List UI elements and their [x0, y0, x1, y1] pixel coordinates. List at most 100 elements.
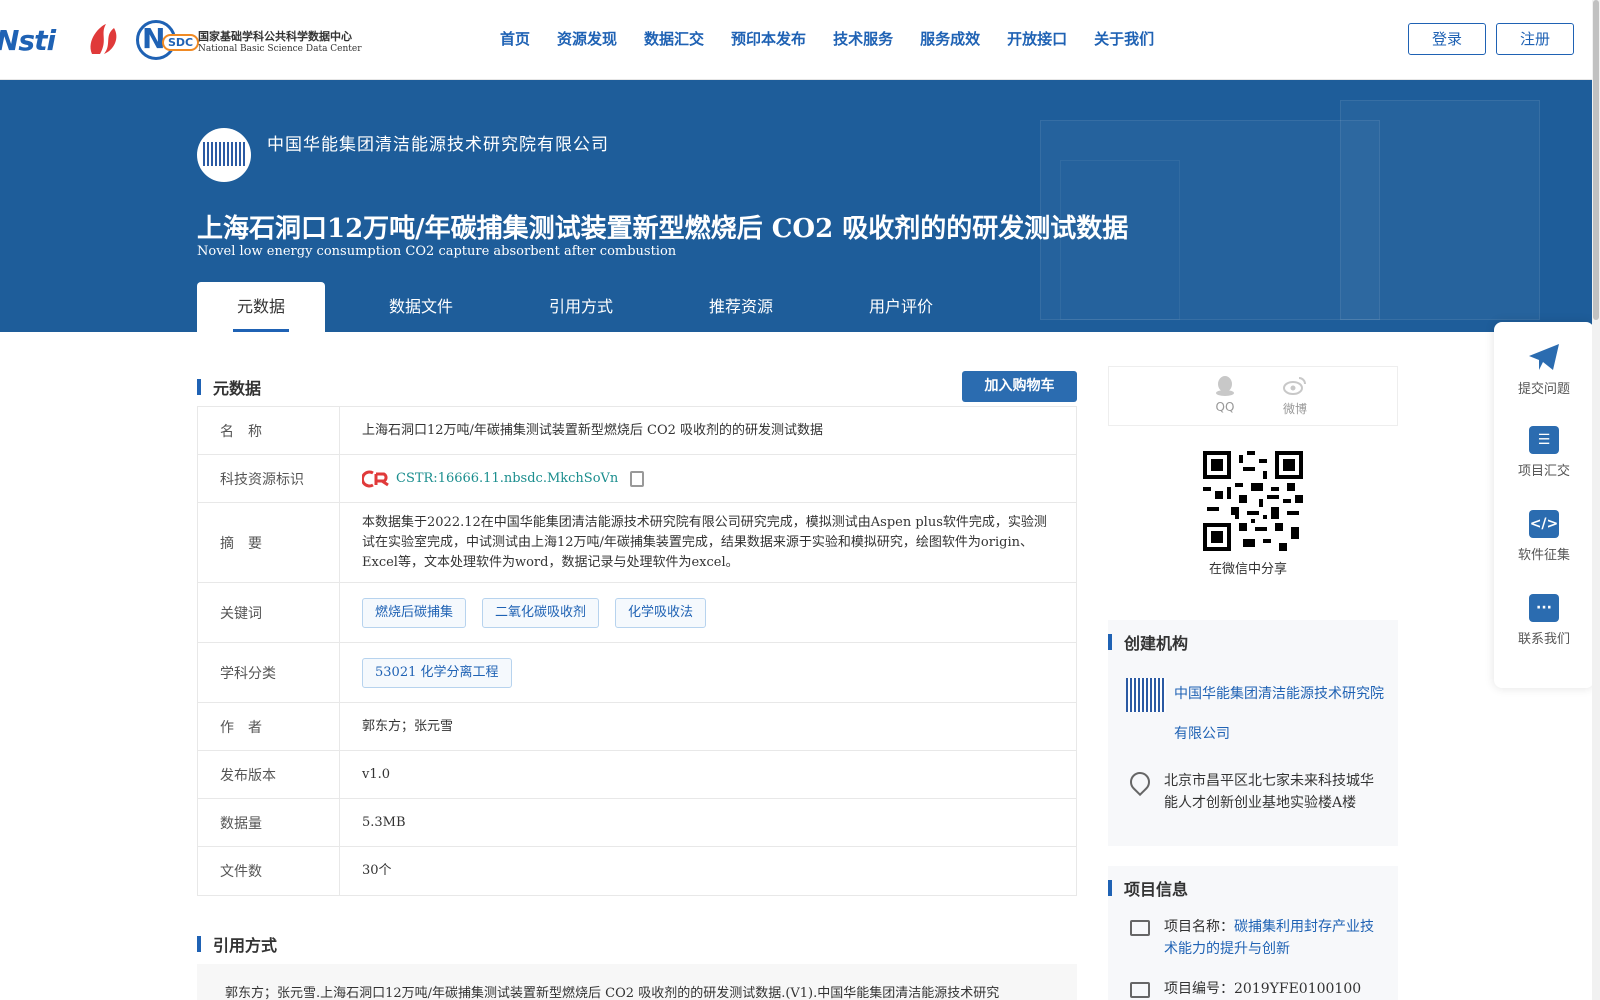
row-label: 摘 要: [198, 503, 340, 582]
keyword-tag[interactable]: 化学吸收法: [615, 597, 707, 628]
row-label: 关键词: [198, 583, 340, 642]
nav-resource-discovery[interactable]: 资源发现: [557, 28, 617, 49]
nav-preprint[interactable]: 预印本发布: [731, 28, 806, 49]
list-icon: ☰: [1529, 426, 1559, 454]
row-value-cstr: CSTR:16666.11.nbsdc.MkchSoVn: [340, 455, 1076, 502]
fp-label: 软件征集: [1517, 548, 1570, 563]
tab-data-files[interactable]: 数据文件: [357, 282, 485, 332]
row-label: 学科分类: [198, 643, 340, 702]
fp-project-submission[interactable]: ☰ 项目汇交: [1494, 426, 1594, 479]
nav-data-submission[interactable]: 数据汇交: [644, 28, 704, 49]
share-qq[interactable]: QQ: [1205, 375, 1245, 414]
fp-software-collection[interactable]: </> 软件征集: [1494, 510, 1594, 563]
project-info-card: 项目信息 项目名称：碳捕集利用封存产业技术能力的提升与创新 项目编号：2019Y…: [1108, 866, 1398, 1000]
dataset-title-en: Novel low energy consumption CO2 capture…: [197, 244, 677, 259]
fp-label: 联系我们: [1517, 632, 1570, 647]
share-weibo[interactable]: 微博: [1275, 375, 1315, 417]
add-to-cart-button[interactable]: 加入购物车: [962, 371, 1077, 402]
qr-label: 在微信中分享: [1209, 562, 1288, 577]
nsdc-logo[interactable]: N SDC 国家基础学科公共科学数据中心 National Basic Scie…: [136, 20, 362, 60]
dataset-tabs: 元数据 数据文件 引用方式 推荐资源 用户评价: [197, 282, 997, 332]
creator-org-link[interactable]: 中国华能集团清洁能源技术研究院有限公司: [1174, 674, 1384, 754]
row-value-subject: 53021 化学分离工程: [340, 643, 1076, 702]
keyword-tag[interactable]: 二氧化碳吸收剂: [482, 597, 600, 628]
top-header: Nsti N SDC 国家基础学科公共科学数据中心 National Basic…: [0, 0, 1600, 80]
nav-open-api[interactable]: 开放接口: [1007, 28, 1067, 49]
cstr-link[interactable]: CSTR:16666.11.nbsdc.MkchSoVn: [396, 469, 618, 489]
citation-section-title: 引用方式: [197, 932, 277, 956]
fp-contact-us[interactable]: ··· 联系我们: [1494, 594, 1594, 647]
wechat-qr-code: [1203, 451, 1303, 551]
register-button[interactable]: 注册: [1496, 23, 1574, 55]
nsdc-cn-name: 国家基础学科公共科学数据中心: [198, 30, 352, 43]
floating-side-panel: 提交问题 ☰ 项目汇交 </> 软件征集 ··· 联系我们: [1494, 322, 1594, 688]
row-label: 文件数: [198, 847, 340, 895]
metadata-table: 名 称 上海石洞口12万吨/年碳捕集测试装置新型燃烧后 CO2 吸收剂的的研发测…: [197, 406, 1077, 896]
table-row: 科技资源标识 CSTR:16666.11.nbsdc.MkchSoVn: [198, 455, 1076, 503]
nav-tech-service[interactable]: 技术服务: [833, 28, 893, 49]
row-value-authors: 郭东方；张元雪: [362, 718, 454, 734]
row-value-files: 30个: [362, 863, 392, 878]
share-weibo-label: 微博: [1282, 402, 1307, 416]
subject-tag[interactable]: 53021 化学分离工程: [362, 657, 512, 688]
project-info-title: 项目信息: [1108, 876, 1188, 900]
copy-icon[interactable]: [630, 470, 645, 487]
table-row: 名 称 上海石洞口12万吨/年碳捕集测试装置新型燃烧后 CO2 吸收剂的的研发测…: [198, 407, 1076, 455]
nav-about[interactable]: 关于我们: [1094, 28, 1154, 49]
project-card-icon: [1130, 920, 1150, 936]
org-address: 北京市昌平区北七家未来科技城华能人才创新创业基地实验楼A楼: [1164, 773, 1374, 811]
row-label: 名 称: [198, 407, 340, 454]
nav-service-results[interactable]: 服务成效: [920, 28, 980, 49]
creator-org-title: 创建机构: [1108, 630, 1188, 654]
org-mini-logo: [1126, 678, 1166, 712]
nsdc-badge: SDC: [162, 34, 200, 51]
share-qq-label: QQ: [1215, 400, 1235, 414]
table-row: 关键词 燃烧后碳捕集 二氧化碳吸收剂 化学吸收法: [198, 583, 1076, 643]
tab-citation[interactable]: 引用方式: [517, 282, 645, 332]
creator-org-card: 创建机构 中国华能集团清洁能源技术研究院有限公司 北京市昌平区北七家未来科技城华…: [1108, 620, 1398, 846]
qq-icon: [1216, 376, 1234, 396]
weibo-icon: [1283, 377, 1306, 395]
dataset-title-cn: 上海石洞口12万吨/年碳捕集测试装置新型燃烧后 CO2 吸收剂的的研发测试数据: [197, 214, 1129, 244]
fp-label: 项目汇交: [1517, 464, 1570, 479]
project-number-label: 项目编号：: [1164, 981, 1234, 997]
project-number-text: 项目编号：2019YFE0100100: [1164, 978, 1384, 1000]
scrollbar-thumb[interactable]: [1593, 0, 1599, 320]
row-label: 科技资源标识: [198, 455, 340, 502]
org-logo: [197, 128, 251, 182]
project-name-row: 项目名称：碳捕集利用封存产业技术能力的提升与创新: [1130, 916, 1390, 960]
keyword-tag[interactable]: 燃烧后碳捕集: [362, 597, 467, 628]
code-icon: </>: [1529, 510, 1559, 538]
table-row: 发布版本 v1.0: [198, 751, 1076, 799]
row-value-abstract: 本数据集于2022.12在中国华能集团清洁能源技术研究院有限公司研究完成，模拟测…: [362, 514, 1047, 570]
project-name-text: 项目名称：碳捕集利用封存产业技术能力的提升与创新: [1164, 916, 1384, 960]
tab-recommended[interactable]: 推荐资源: [677, 282, 805, 332]
table-row: 作 者 郭东方；张元雪: [198, 703, 1076, 751]
row-label: 作 者: [198, 703, 340, 750]
fp-label: 提交问题: [1517, 382, 1570, 397]
row-label: 数据量: [198, 799, 340, 846]
cstr-icon: [362, 470, 389, 487]
org-name[interactable]: 中国华能集团清洁能源技术研究院有限公司: [267, 130, 609, 155]
row-value-version: v1.0: [362, 766, 391, 782]
project-number-icon: [1130, 982, 1150, 998]
fp-submit-question[interactable]: 提交问题: [1494, 342, 1594, 397]
paper-plane-icon: [1529, 344, 1559, 370]
banner-decoration: [1340, 100, 1540, 320]
project-number-row: 项目编号：2019YFE0100100: [1130, 978, 1390, 1000]
red-swirl-logo[interactable]: [82, 20, 122, 60]
tab-user-reviews[interactable]: 用户评价: [837, 282, 965, 332]
metadata-section-title: 元数据: [197, 375, 261, 399]
row-value-size: 5.3MB: [362, 814, 406, 830]
main-nav: 首页 资源发现 数据汇交 预印本发布 技术服务 服务成效 开放接口 关于我们: [500, 28, 1181, 49]
table-row: 学科分类 53021 化学分离工程: [198, 643, 1076, 703]
dataset-banner: 中国华能集团清洁能源技术研究院有限公司 上海石洞口12万吨/年碳捕集测试装置新型…: [0, 80, 1600, 332]
location-icon: [1125, 767, 1155, 797]
tab-metadata[interactable]: 元数据: [197, 282, 325, 332]
row-value-keywords: 燃烧后碳捕集 二氧化碳吸收剂 化学吸收法: [340, 583, 1076, 642]
project-name-label: 项目名称：: [1164, 919, 1234, 935]
row-label: 发布版本: [198, 751, 340, 798]
nav-home[interactable]: 首页: [500, 28, 530, 49]
login-button[interactable]: 登录: [1408, 23, 1486, 55]
cstr-logo[interactable]: Nsti: [0, 24, 56, 57]
